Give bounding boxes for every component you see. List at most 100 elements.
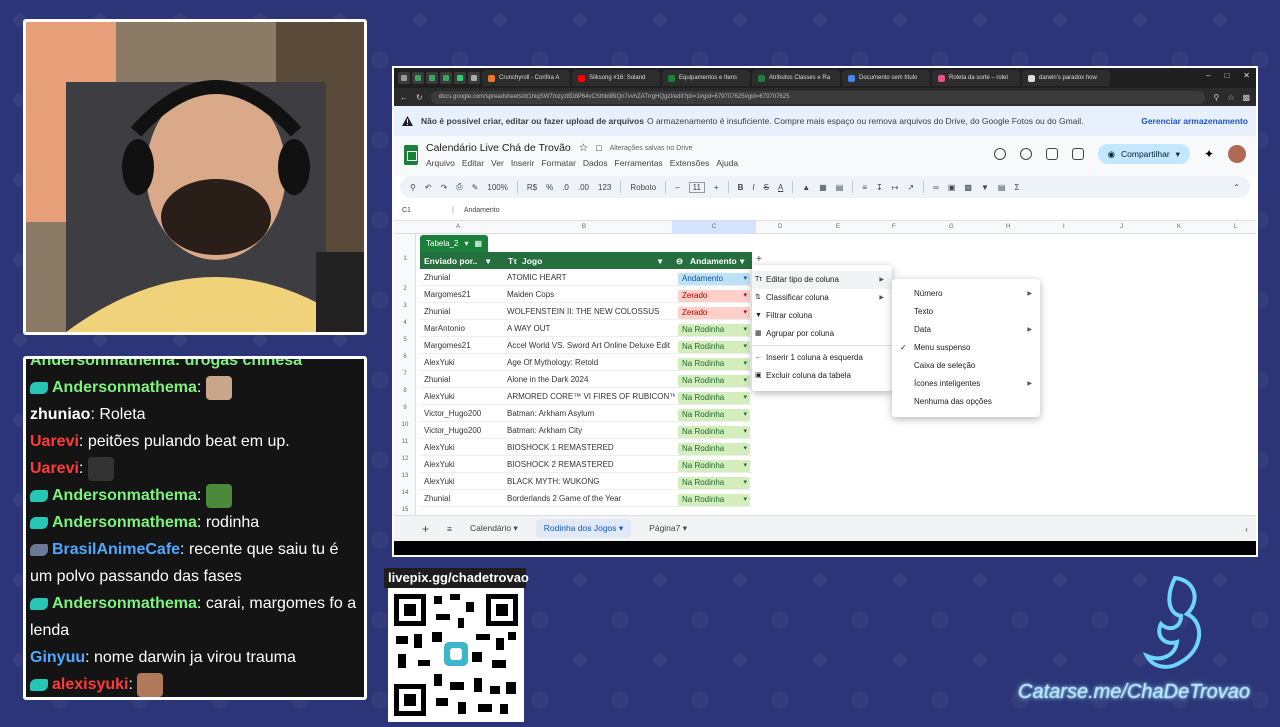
cell-jogo[interactable]: Batman: Arkham Asylum <box>507 409 675 418</box>
cell-enviado[interactable]: Victor_Hugo200 <box>424 426 481 435</box>
cell-jogo[interactable]: Maiden Cops <box>507 290 675 299</box>
cell-jogo[interactable]: BIOSHOCK 2 REMASTERED <box>507 460 675 469</box>
print-icon[interactable]: ⎙ <box>456 182 462 192</box>
add-column-icon[interactable]: + <box>756 254 762 265</box>
avatar[interactable] <box>1228 145 1246 163</box>
extensions-icon[interactable]: ▩ <box>1242 93 1250 102</box>
cell-jogo[interactable]: Borderlands 2 Game of the Year <box>507 494 675 503</box>
table-row[interactable]: Victor_Hugo200 Batman: Arkham City Na Rodi… <box>420 422 752 439</box>
font-size-increase-icon[interactable]: + <box>714 183 719 192</box>
valign-icon[interactable]: ↧ <box>876 183 883 192</box>
status-chip[interactable]: Na Rodinha <box>678 392 750 404</box>
status-chip[interactable]: Na Rodinha <box>678 324 750 336</box>
table-row[interactable]: AlexYuki BIOSHOCK 2 REMASTERED Na Rodinha <box>420 456 752 473</box>
menu-item-sort-column[interactable]: ⇅ Classificar coluna ▶ <box>752 289 892 307</box>
table-row[interactable]: Zhunial Borderlands 2 Game of the Year Na … <box>420 490 752 507</box>
table-row[interactable]: AlexYuki Age Of Mythology: Retold Na Rodin… <box>420 354 752 371</box>
all-sheets-icon[interactable]: ≡ <box>447 524 452 534</box>
status-chip[interactable]: Na Rodinha <box>678 375 750 387</box>
row-header[interactable]: 5 <box>394 337 416 343</box>
cell-enviado[interactable]: Zhunial <box>424 494 450 503</box>
menu-arquivo[interactable]: Arquivo <box>426 158 455 168</box>
type-date[interactable]: Data ▶ <box>892 321 1040 339</box>
meet-icon[interactable] <box>1071 148 1084 160</box>
column-header[interactable]: F <box>892 224 896 230</box>
undo-icon[interactable]: ↶ <box>425 183 432 192</box>
wrap-icon[interactable]: ↦ <box>892 183 899 192</box>
chevron-down-icon[interactable]: ▾ <box>658 256 662 267</box>
sheet-tab[interactable]: Calendário ▾ <box>470 523 518 534</box>
font-select[interactable]: Roboto <box>630 183 656 192</box>
star-icon[interactable]: ☆ <box>579 142 588 154</box>
cell-enviado[interactable]: Victor_Hugo200 <box>424 409 481 418</box>
italic-button[interactable]: I <box>752 183 754 192</box>
menu-item-group-by-column[interactable]: ▦ Agrupar por coluna <box>752 325 892 343</box>
cell-enviado[interactable]: MarAntonio <box>424 324 465 333</box>
gemini-icon[interactable]: ✦ <box>1204 147 1214 161</box>
row-header[interactable]: 2 <box>394 286 416 292</box>
search-icon[interactable]: ⚲ <box>410 183 416 192</box>
menu-ajuda[interactable]: Ajuda <box>716 158 738 168</box>
cell-jogo[interactable]: BLACK MYTH: WUKONG <box>507 477 675 486</box>
cell-enviado[interactable]: Margomes21 <box>424 341 471 350</box>
column-header[interactable]: A <box>456 224 460 230</box>
cell-jogo[interactable]: Batman: Arkham City <box>507 426 675 435</box>
url-field[interactable]: docs.google.com/spreadsheets/d/1hlqSW7mz… <box>430 90 1206 104</box>
status-chip[interactable]: Na Rodinha <box>678 341 750 353</box>
move-icon[interactable]: □ <box>596 143 601 153</box>
menu-formatar[interactable]: Formatar <box>541 158 575 168</box>
menu-editar[interactable]: Editar <box>462 158 484 168</box>
font-size-decrease-icon[interactable]: – <box>675 183 679 192</box>
cell-enviado[interactable]: AlexYuki <box>424 477 455 486</box>
column-header[interactable]: H <box>1006 224 1010 230</box>
pinned-tab-icon[interactable] <box>468 72 480 84</box>
collapse-toolbar-icon[interactable]: ⌃ <box>1233 183 1240 192</box>
back-icon[interactable]: ← <box>400 93 408 102</box>
table-row[interactable]: Margomes21 Maiden Cops Zerado <box>420 286 752 303</box>
close-icon[interactable]: ✕ <box>1243 71 1250 80</box>
maximize-icon[interactable]: □ <box>1224 71 1229 80</box>
type-smart-chips[interactable]: Ícones inteligentes ▶ <box>892 375 1040 393</box>
row-header[interactable]: 4 <box>394 320 416 326</box>
menu-extensoes[interactable]: Extensões <box>670 158 710 168</box>
column-header[interactable]: E <box>836 224 840 230</box>
history-icon[interactable] <box>1019 148 1032 160</box>
menu-dados[interactable]: Dados <box>583 158 608 168</box>
table-row[interactable]: AlexYuki BLACK MYTH: WUKONG Na Rodinha <box>420 473 752 490</box>
row-header[interactable]: 13 <box>394 473 416 479</box>
status-chip[interactable]: Zerado <box>678 307 750 319</box>
status-chip[interactable]: Na Rodinha <box>678 460 750 472</box>
menu-ver[interactable]: Ver <box>491 158 504 168</box>
redo-icon[interactable]: ↷ <box>441 183 448 192</box>
status-chip[interactable]: Na Rodinha <box>678 358 750 370</box>
merge-icon[interactable]: ▤ <box>836 183 844 192</box>
chevron-down-icon[interactable]: ▾ <box>740 256 744 267</box>
table-row[interactable]: MarAntonio A WAY OUT Na Rodinha <box>420 320 752 337</box>
browser-tab[interactable]: Crunchyroll - Confira A <box>482 70 570 86</box>
formula-input[interactable]: Andamento <box>464 207 500 214</box>
table-row[interactable]: AlexYuki ARMORED CORE™ VI FIRES OF RUBICO… <box>420 388 752 405</box>
increase-decimals-button[interactable]: .00 <box>578 183 589 192</box>
cell-enviado[interactable]: Margomes21 <box>424 290 471 299</box>
menu-inserir[interactable]: Inserir <box>511 158 535 168</box>
browser-tab[interactable]: Equipamentos e Itens <box>662 70 750 86</box>
currency-button[interactable]: R$ <box>527 183 537 192</box>
table-row[interactable]: Zhunial Alone in the Dark 2024 Na Rodinha <box>420 371 752 388</box>
column-header[interactable]: B <box>582 224 586 230</box>
browser-tab[interactable]: darwin's paradox how <box>1022 70 1110 86</box>
type-text[interactable]: Texto <box>892 303 1040 321</box>
share-button[interactable]: ◉ Compartilhar ▾ <box>1097 144 1190 164</box>
row-header[interactable]: 12 <box>394 456 416 462</box>
borders-icon[interactable]: ▦ <box>819 183 827 192</box>
browser-tab[interactable]: Roleta da sorte – rolet <box>932 70 1020 86</box>
cell-jogo[interactable]: A WAY OUT <box>507 324 675 333</box>
strikethrough-button[interactable]: S <box>764 183 769 192</box>
format-123-button[interactable]: 123 <box>598 183 611 192</box>
column-header[interactable]: I <box>1063 224 1065 230</box>
status-chip[interactable]: Zerado <box>678 290 750 302</box>
comment-icon[interactable]: ▣ <box>948 183 956 192</box>
column-header[interactable]: G <box>949 224 954 230</box>
menu-item-insert-column-left[interactable]: ← Inserir 1 coluna à esquerda <box>752 349 892 367</box>
browser-tab[interactable]: Documento sem título <box>842 70 930 86</box>
cell-jogo[interactable]: Accel World VS. Sword Art Online Deluxe … <box>507 341 675 350</box>
